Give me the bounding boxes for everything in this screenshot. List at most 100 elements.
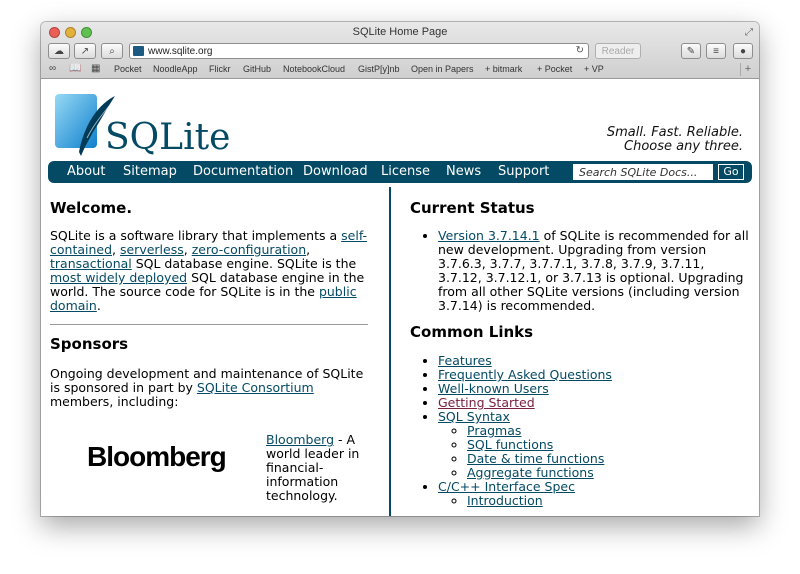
fullscreen-icon[interactable]: ⤢ [745, 27, 753, 38]
link-aggregate-functions[interactable]: Aggregate functions [467, 465, 594, 480]
sponsors-text: members, including: [50, 394, 179, 409]
reading-list-icon[interactable]: ∞ [49, 63, 56, 74]
address-bar[interactable]: www.sqlite.org ↻ [129, 43, 589, 59]
link-zero-configuration[interactable]: zero-configuration [192, 242, 306, 257]
bookmark-item[interactable]: + VP [584, 64, 604, 74]
link-date-time-functions[interactable]: Date & time functions [467, 451, 604, 466]
nav-documentation[interactable]: Documentation [193, 164, 293, 179]
nav-download[interactable]: Download [303, 164, 368, 179]
list-item: C/C++ Interface Spec Introduction [438, 480, 750, 508]
welcome-paragraph: SQLite is a software library that implem… [50, 229, 372, 313]
status-list: Version 3.7.14.1 of SQLite is recommende… [410, 229, 750, 313]
bookmark-item[interactable]: + Pocket [537, 64, 572, 74]
list-item: Pragmas [467, 424, 750, 438]
current-status-heading: Current Status [410, 199, 535, 217]
welcome-text: . [96, 298, 101, 313]
title-bar: SQLite Home Page ⤢ [41, 22, 759, 42]
welcome-text: SQL database engine. SQLite is the [131, 256, 357, 271]
bookmarks-bar: ∞ 📖 ▦ Pocket NoodleApp Flickr GitHub Not… [41, 63, 759, 77]
bookmark-item[interactable]: Pocket [114, 64, 142, 74]
bookmark-item[interactable]: GistP[y]nb [358, 64, 400, 74]
bookmark-item[interactable]: + bitmark [485, 64, 522, 74]
search-input[interactable]: Search SQLite Docs... [573, 164, 713, 180]
new-tab-button[interactable]: + [740, 63, 755, 76]
url-text: www.sqlite.org [148, 46, 213, 57]
c-interface-sublist: Introduction [438, 494, 750, 508]
nav-about[interactable]: About [67, 164, 105, 179]
bookmark-item[interactable]: NoodleApp [153, 64, 198, 74]
list-item: Date & time functions [467, 452, 750, 466]
link-getting-started[interactable]: Getting Started [438, 395, 535, 410]
tagline: Small. Fast. Reliable. Choose any three. [607, 126, 743, 154]
list-item: Aggregate functions [467, 466, 750, 480]
welcome-text: , [112, 242, 120, 257]
common-links-list: Features Frequently Asked Questions Well… [410, 354, 750, 508]
ghost-icon: ● [739, 45, 747, 57]
list-item: Well-known Users [438, 382, 750, 396]
bookmark-item[interactable]: Open in Papers [411, 64, 474, 74]
ghostery-button[interactable]: ● [733, 43, 753, 59]
list-item: Features [438, 354, 750, 368]
link-version[interactable]: Version 3.7.14.1 [438, 228, 540, 243]
sql-syntax-sublist: Pragmas SQL functions Date & time functi… [438, 424, 750, 480]
link-most-widely-deployed[interactable]: most widely deployed [50, 270, 187, 285]
icloud-tabs-button[interactable]: ☁ [48, 43, 70, 59]
reload-icon[interactable]: ↻ [576, 45, 584, 56]
section-divider [50, 324, 368, 325]
link-sql-syntax[interactable]: SQL Syntax [438, 409, 510, 424]
search-icon: ⌕ [109, 45, 115, 57]
browser-chrome: SQLite Home Page ⤢ ☁ ↗ ⌕ www.sqlite.org … [41, 22, 759, 79]
browser-toolbar: ☁ ↗ ⌕ www.sqlite.org ↻ Reader ✎ ≡ ● [41, 43, 759, 61]
link-sql-functions[interactable]: SQL functions [467, 437, 553, 452]
list-item: Getting Started [438, 396, 750, 410]
share-button[interactable]: ↗ [74, 43, 96, 59]
sponsors-paragraph: Ongoing development and maintenance of S… [50, 367, 372, 409]
favicon-icon [133, 46, 144, 56]
link-sqlite-consortium[interactable]: SQLite Consortium [197, 380, 314, 395]
column-divider [389, 187, 391, 516]
list-item: Version 3.7.14.1 of SQLite is recommende… [438, 229, 750, 313]
link-introduction[interactable]: Introduction [467, 493, 543, 508]
wrench-icon: ✎ [686, 45, 696, 57]
link-bloomberg[interactable]: Bloomberg [266, 432, 334, 447]
find-button[interactable]: ⌕ [101, 43, 123, 59]
link-faq[interactable]: Frequently Asked Questions [438, 367, 612, 382]
bookmarks-book-icon[interactable]: 📖 [69, 63, 81, 74]
link-well-known-users[interactable]: Well-known Users [438, 381, 549, 396]
nav-license[interactable]: License [381, 164, 430, 179]
top-sites-grid-icon[interactable]: ▦ [91, 63, 100, 74]
common-links-heading: Common Links [410, 323, 534, 341]
browser-window: SQLite Home Page ⤢ ☁ ↗ ⌕ www.sqlite.org … [41, 22, 759, 516]
main-navbar: About Sitemap Documentation Download Lic… [48, 161, 752, 183]
bloomberg-logo[interactable]: Bloomberg [87, 443, 227, 471]
welcome-text: , [183, 242, 192, 257]
search-go-button[interactable]: Go [718, 164, 744, 180]
layers-button[interactable]: ≡ [706, 43, 726, 59]
tagline-line-2: Choose any three. [624, 139, 743, 154]
bookmark-item[interactable]: NotebookCloud [283, 64, 345, 74]
link-features[interactable]: Features [438, 353, 492, 368]
reader-button[interactable]: Reader [595, 43, 641, 59]
list-item: Introduction [467, 494, 750, 508]
tagline-line-1: Small. Fast. Reliable. [606, 125, 743, 140]
sponsors-heading: Sponsors [50, 335, 129, 353]
welcome-text: SQLite is a software library that implem… [50, 228, 342, 243]
bookmark-item[interactable]: Flickr [209, 64, 231, 74]
nav-sitemap[interactable]: Sitemap [123, 164, 177, 179]
web-page: SQLite Small. Fast. Reliable. Choose any… [41, 79, 759, 516]
nav-support[interactable]: Support [498, 164, 549, 179]
logo-text: SQLite [105, 117, 231, 158]
cloud-icon: ☁ [54, 45, 64, 57]
welcome-text: , [306, 242, 311, 257]
sqlite-logo[interactable]: SQLite [53, 90, 230, 162]
welcome-heading: Welcome. [50, 199, 133, 217]
bookmark-item[interactable]: GitHub [243, 64, 271, 74]
link-pragmas[interactable]: Pragmas [467, 423, 521, 438]
layers-icon: ≡ [713, 45, 719, 57]
nav-news[interactable]: News [446, 164, 481, 179]
share-icon: ↗ [80, 45, 90, 57]
link-c-interface-spec[interactable]: C/C++ Interface Spec [438, 479, 575, 494]
tools-button[interactable]: ✎ [681, 43, 701, 59]
link-transactional[interactable]: transactional [50, 256, 132, 271]
link-serverless[interactable]: serverless [120, 242, 184, 257]
